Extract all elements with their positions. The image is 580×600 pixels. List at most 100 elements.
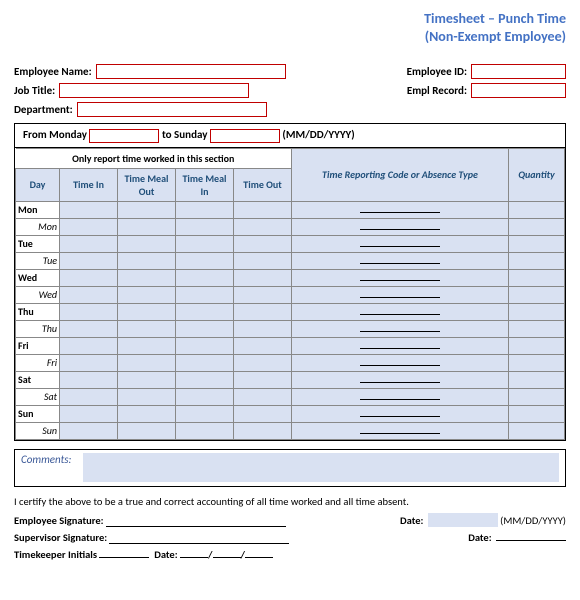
qty-cell[interactable] (509, 320, 565, 337)
time-cell[interactable] (118, 218, 176, 235)
time-cell[interactable] (176, 320, 234, 337)
time-cell[interactable] (118, 388, 176, 405)
time-cell[interactable] (60, 320, 118, 337)
input-employee-id[interactable] (471, 64, 566, 79)
time-cell[interactable] (118, 252, 176, 269)
time-cell[interactable] (60, 269, 118, 286)
qty-cell[interactable] (509, 422, 565, 439)
input-tk-mm[interactable] (180, 557, 208, 558)
code-cell[interactable] (292, 235, 509, 252)
input-emp-date[interactable] (428, 513, 498, 527)
time-cell[interactable] (176, 422, 234, 439)
time-cell[interactable] (60, 371, 118, 388)
qty-cell[interactable] (509, 269, 565, 286)
time-cell[interactable] (60, 218, 118, 235)
time-cell[interactable] (60, 422, 118, 439)
time-cell[interactable] (118, 303, 176, 320)
input-timekeeper-initials[interactable] (99, 557, 149, 558)
input-from-date[interactable] (89, 129, 159, 143)
input-job-title[interactable] (59, 83, 249, 98)
time-cell[interactable] (118, 405, 176, 422)
time-cell[interactable] (60, 337, 118, 354)
time-cell[interactable] (118, 337, 176, 354)
time-cell[interactable] (234, 371, 292, 388)
qty-cell[interactable] (509, 235, 565, 252)
code-cell[interactable] (292, 201, 509, 218)
code-cell[interactable] (292, 252, 509, 269)
time-cell[interactable] (60, 388, 118, 405)
time-cell[interactable] (234, 422, 292, 439)
time-cell[interactable] (234, 405, 292, 422)
time-cell[interactable] (176, 354, 234, 371)
code-cell[interactable] (292, 286, 509, 303)
time-cell[interactable] (118, 235, 176, 252)
code-cell[interactable] (292, 422, 509, 439)
time-cell[interactable] (176, 405, 234, 422)
time-cell[interactable] (234, 269, 292, 286)
time-cell[interactable] (176, 269, 234, 286)
qty-cell[interactable] (509, 201, 565, 218)
code-cell[interactable] (292, 218, 509, 235)
code-cell[interactable] (292, 388, 509, 405)
input-department[interactable] (77, 102, 267, 117)
qty-cell[interactable] (509, 303, 565, 320)
time-cell[interactable] (176, 235, 234, 252)
time-cell[interactable] (234, 388, 292, 405)
input-empl-record[interactable] (471, 83, 566, 98)
time-cell[interactable] (60, 286, 118, 303)
time-cell[interactable] (60, 235, 118, 252)
time-cell[interactable] (234, 320, 292, 337)
input-tk-yyyy[interactable] (245, 557, 273, 558)
qty-cell[interactable] (509, 388, 565, 405)
time-cell[interactable] (234, 354, 292, 371)
time-cell[interactable] (176, 286, 234, 303)
time-cell[interactable] (176, 388, 234, 405)
qty-cell[interactable] (509, 405, 565, 422)
time-cell[interactable] (234, 201, 292, 218)
time-cell[interactable] (234, 303, 292, 320)
time-cell[interactable] (118, 201, 176, 218)
time-cell[interactable] (176, 252, 234, 269)
time-cell[interactable] (118, 354, 176, 371)
input-sup-signature[interactable] (109, 543, 289, 544)
time-cell[interactable] (234, 286, 292, 303)
input-sup-date[interactable] (496, 540, 566, 541)
time-cell[interactable] (118, 371, 176, 388)
time-cell[interactable] (118, 286, 176, 303)
code-cell[interactable] (292, 405, 509, 422)
input-emp-signature[interactable] (106, 526, 286, 527)
time-cell[interactable] (234, 252, 292, 269)
time-cell[interactable] (60, 303, 118, 320)
code-cell[interactable] (292, 320, 509, 337)
code-cell[interactable] (292, 337, 509, 354)
qty-cell[interactable] (509, 371, 565, 388)
time-cell[interactable] (60, 405, 118, 422)
time-cell[interactable] (118, 320, 176, 337)
time-cell[interactable] (234, 235, 292, 252)
qty-cell[interactable] (509, 218, 565, 235)
qty-cell[interactable] (509, 337, 565, 354)
input-to-date[interactable] (210, 129, 280, 143)
time-cell[interactable] (118, 269, 176, 286)
code-cell[interactable] (292, 303, 509, 320)
code-cell[interactable] (292, 354, 509, 371)
qty-cell[interactable] (509, 286, 565, 303)
time-cell[interactable] (176, 337, 234, 354)
input-employee-name[interactable] (96, 64, 286, 79)
time-cell[interactable] (176, 218, 234, 235)
input-tk-dd[interactable] (213, 557, 241, 558)
time-cell[interactable] (176, 201, 234, 218)
code-cell[interactable] (292, 269, 509, 286)
qty-cell[interactable] (509, 354, 565, 371)
time-cell[interactable] (176, 303, 234, 320)
time-cell[interactable] (176, 371, 234, 388)
qty-cell[interactable] (509, 252, 565, 269)
time-cell[interactable] (234, 337, 292, 354)
time-cell[interactable] (60, 354, 118, 371)
time-cell[interactable] (60, 201, 118, 218)
input-comments[interactable] (83, 453, 559, 482)
code-cell[interactable] (292, 371, 509, 388)
time-cell[interactable] (234, 218, 292, 235)
time-cell[interactable] (60, 252, 118, 269)
time-cell[interactable] (118, 422, 176, 439)
